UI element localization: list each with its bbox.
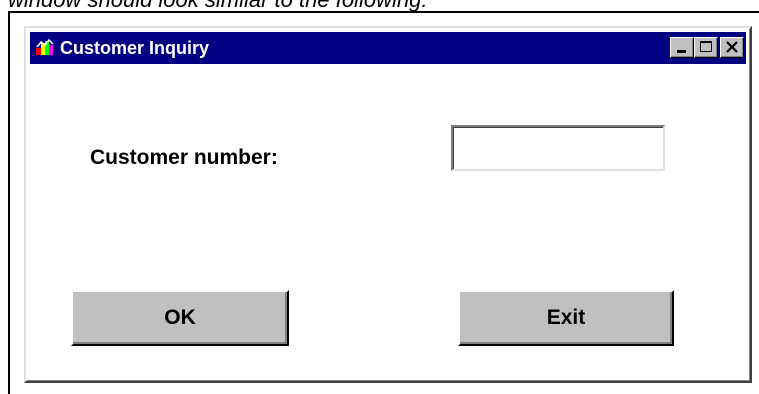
- maximize-icon: [700, 41, 712, 52]
- window-title: Customer Inquiry: [60, 38, 210, 58]
- minimize-button[interactable]: [670, 37, 694, 58]
- customer-number-label: Customer number:: [90, 146, 278, 169]
- app-icon[interactable]: [35, 38, 55, 57]
- close-icon: [726, 41, 738, 53]
- customer-inquiry-window: Customer Inquiry Customer number: OK Exi…: [24, 26, 752, 383]
- maximize-button[interactable]: [694, 37, 718, 58]
- page: window should look similar to the follow…: [0, 0, 759, 394]
- exit-button[interactable]: Exit: [458, 290, 674, 346]
- ok-button[interactable]: OK: [71, 290, 289, 346]
- minimize-icon: [677, 50, 686, 53]
- customer-number-input[interactable]: [451, 125, 665, 171]
- close-button[interactable]: [720, 37, 744, 58]
- title-bar[interactable]: Customer Inquiry: [30, 32, 746, 64]
